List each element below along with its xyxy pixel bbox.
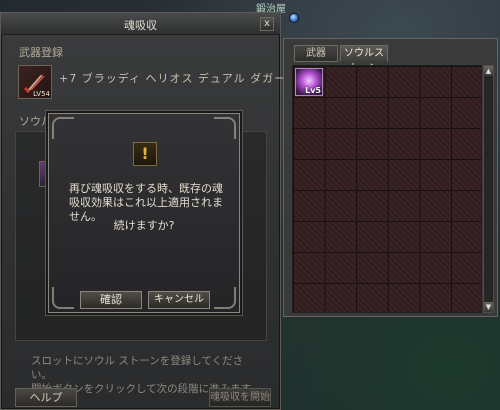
- ornament-corner: [52, 117, 74, 139]
- inventory-panel: 武器 ソウルストーン Lv5 ▲ ▼: [283, 38, 498, 317]
- weapon-slot[interactable]: LV54: [18, 65, 52, 99]
- ornament-corner: [52, 287, 74, 309]
- warning-icon: !: [133, 142, 157, 166]
- window-title: 魂吸収: [124, 19, 157, 32]
- item-level-badge: Lv5: [305, 86, 321, 95]
- dialog-question: 続けますか?: [113, 219, 175, 232]
- inventory-scrollbar[interactable]: ▲ ▼: [483, 65, 494, 313]
- tab-weapon[interactable]: 武器: [294, 45, 338, 62]
- confirm-dialog: ! 再び魂吸収をする時、既存の魂吸収効果はこれ以上適用されません。 続けますか?…: [48, 113, 240, 313]
- confirm-button[interactable]: 確認: [80, 291, 142, 309]
- soulstone-icon[interactable]: Lv5: [295, 68, 323, 96]
- cancel-button[interactable]: キャンセル: [148, 291, 210, 309]
- ornament-corner: [214, 117, 236, 139]
- close-button[interactable]: x: [260, 17, 274, 31]
- help-button[interactable]: ヘルプ: [15, 388, 77, 407]
- weapon-section-label: 武器登録: [19, 46, 63, 59]
- inventory-grid[interactable]: Lv5: [292, 65, 482, 313]
- tab-soulstone[interactable]: ソウルストーン: [340, 45, 388, 74]
- weapon-name: +7 ブラッディ ヘリオス デュアル ダガー..: [59, 72, 296, 85]
- window-title-bar[interactable]: 魂吸収 x: [1, 13, 280, 35]
- scroll-up-arrow-icon[interactable]: ▲: [484, 66, 493, 76]
- start-absorb-button[interactable]: 魂吸収を開始: [209, 388, 271, 407]
- scroll-down-arrow-icon[interactable]: ▼: [484, 302, 493, 312]
- inventory-cells[interactable]: [293, 66, 481, 312]
- ornament-corner: [214, 287, 236, 309]
- weapon-grade-badge: LV54: [33, 90, 50, 98]
- quest-orb-icon[interactable]: [289, 13, 299, 23]
- instruction-line: スロットにソウル ストーンを登録してください。: [31, 355, 244, 381]
